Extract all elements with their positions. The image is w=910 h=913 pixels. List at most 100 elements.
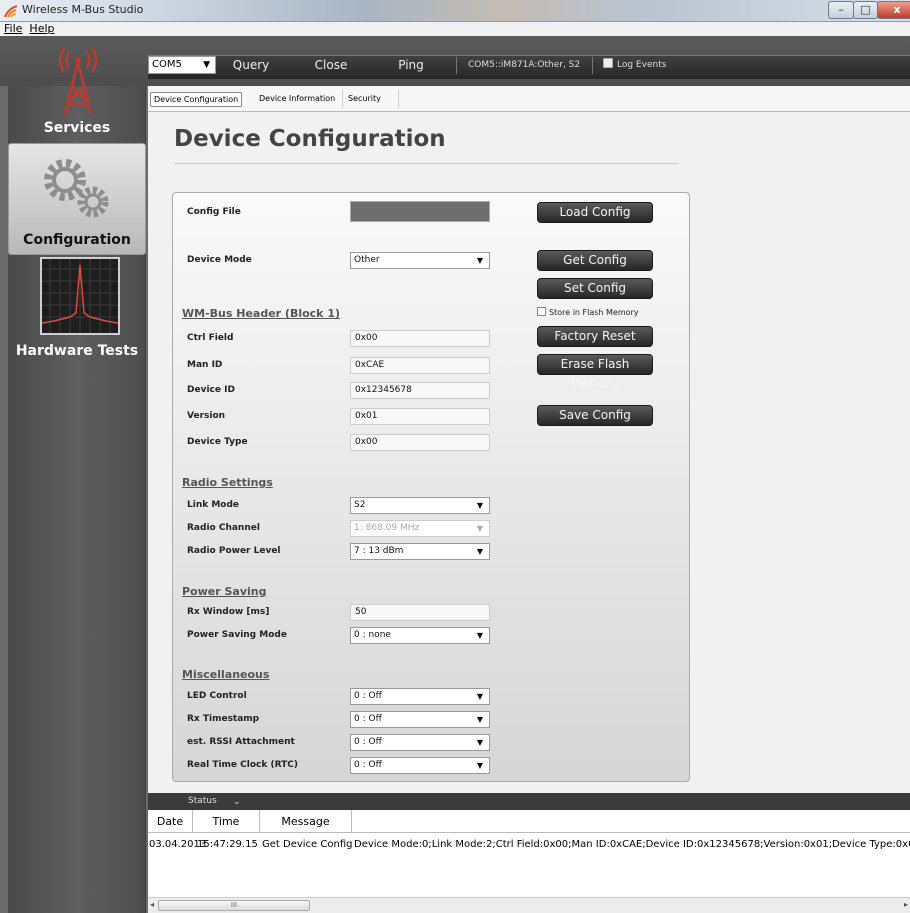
link-mode-select[interactable]: S2 ▼ <box>350 497 490 514</box>
scroll-right-icon[interactable]: ▸ <box>904 900 908 909</box>
title-divider <box>174 163 679 164</box>
checkbox-icon <box>603 58 613 68</box>
device-mode-label: Device Mode <box>187 255 252 265</box>
tab-separator <box>342 90 343 108</box>
power-saving-mode-select[interactable]: 0 : none ▼ <box>350 627 490 644</box>
radio-power-value: 7 : 13 dBm <box>354 546 404 556</box>
maximize-button[interactable]: □ <box>853 1 878 19</box>
device-type-label: Device Type <box>187 437 248 447</box>
device-type-input[interactable]: 0x00 <box>350 434 490 451</box>
antenna-tower-icon <box>58 47 98 115</box>
device-mode-value: Other <box>354 255 380 265</box>
save-config-button[interactable]: Save Config <box>537 405 653 426</box>
dropdown-arrow-icon: ▼ <box>476 761 483 770</box>
wmbus-header-section: WM-Bus Header (Block 1) <box>182 307 341 320</box>
minimize-button[interactable]: – <box>828 1 854 19</box>
close-window-button[interactable]: x <box>877 1 910 19</box>
app-icon <box>4 5 18 18</box>
rssi-select[interactable]: 0 : Off ▼ <box>350 734 490 751</box>
rtc-value: 0 : Off <box>354 760 382 770</box>
main-content: Device Configuration Device Information … <box>148 86 910 793</box>
tab-security[interactable]: Security <box>345 92 384 107</box>
connection-status: COM5::iM871A:Other, S2 <box>468 60 581 70</box>
link-mode-value: S2 <box>354 500 366 510</box>
sidebar-label-hardware-tests: Hardware Tests <box>15 343 139 359</box>
config-panel: Config File Device Mode Other ▼ WM-Bus He… <box>172 192 690 782</box>
scroll-left-icon[interactable]: ◂ <box>150 900 154 909</box>
log-events-checkbox[interactable]: Log Events <box>603 58 666 72</box>
spectrum-icon <box>40 257 120 335</box>
ctrl-field-label: Ctrl Field <box>187 333 234 343</box>
dropdown-arrow-icon: ▼ <box>476 256 483 265</box>
led-control-select[interactable]: 0 : Off ▼ <box>350 688 490 705</box>
dropdown-arrow-icon: ▼ <box>476 631 483 640</box>
tab-device-information[interactable]: Device Information <box>256 92 338 107</box>
dropdown-arrow-icon: ▼ <box>476 524 483 533</box>
erase-flash-button[interactable]: Erase Flash Memory <box>537 354 653 390</box>
get-config-button[interactable]: Get Config <box>537 250 653 271</box>
dropdown-arrow-icon: ▼ <box>476 715 483 724</box>
query-button[interactable]: Query <box>216 56 286 74</box>
column-header-message[interactable]: Message <box>260 810 352 833</box>
chevron-down-icon[interactable]: ⌄ <box>233 794 241 811</box>
column-header-time[interactable]: Time <box>193 810 260 833</box>
sidebar-item-services[interactable]: Services <box>8 40 146 140</box>
rx-timestamp-value: 0 : Off <box>354 714 382 724</box>
device-mode-select[interactable]: Other ▼ <box>350 252 490 269</box>
dropdown-arrow-icon: ▼ <box>476 692 483 701</box>
device-id-input[interactable]: 0x12345678 <box>350 382 490 399</box>
power-saving-section: Power Saving <box>182 585 267 598</box>
rx-window-input[interactable]: 50 <box>350 604 490 621</box>
sidebar-item-hardware-tests[interactable]: Hardware Tests <box>8 255 146 365</box>
version-input[interactable]: 0x01 <box>350 408 490 425</box>
power-saving-mode-label: Power Saving Mode <box>187 630 287 640</box>
man-id-label: Man ID <box>187 360 223 370</box>
checkbox-icon <box>537 307 546 316</box>
dropdown-arrow-icon: ▼ <box>476 738 483 747</box>
sidebar-label-services: Services <box>43 120 111 136</box>
scrollbar-thumb[interactable]: III <box>158 900 310 911</box>
page-title: Device Configuration <box>174 126 446 152</box>
load-config-button[interactable]: Load Config <box>537 202 653 223</box>
port-select[interactable]: COM5 ▼ <box>148 56 216 74</box>
sidebar-item-configuration[interactable]: Configuration <box>8 143 146 255</box>
rtc-select[interactable]: 0 : Off ▼ <box>350 757 490 774</box>
config-file-field[interactable] <box>350 201 490 222</box>
cell-message: Get Device Config <box>262 839 353 850</box>
menu-file[interactable]: File <box>0 22 25 36</box>
dropdown-arrow-icon: ▼ <box>476 547 483 556</box>
rssi-value: 0 : Off <box>354 737 382 747</box>
rx-timestamp-select[interactable]: 0 : Off ▼ <box>350 711 490 728</box>
cell-details: Device Mode:0;Link Mode:2;Ctrl Field:0x0… <box>354 839 910 850</box>
cell-time: 15:47:29.15 <box>197 839 258 850</box>
rtc-label: Real Time Clock (RTC) <box>187 760 298 770</box>
link-mode-label: Link Mode <box>187 500 240 510</box>
ping-button[interactable]: Ping <box>376 56 446 74</box>
radio-channel-label: Radio Channel <box>187 523 260 533</box>
close-button[interactable]: Close <box>296 56 366 74</box>
status-title: Status <box>188 796 217 806</box>
ctrl-field-input[interactable]: 0x00 <box>350 330 490 347</box>
column-header-date[interactable]: Date <box>148 810 193 833</box>
rssi-label: est. RSSI Attachment <box>187 737 295 747</box>
toolbar-separator <box>456 57 457 74</box>
factory-reset-button[interactable]: Factory Reset <box>537 326 653 347</box>
menu-help[interactable]: Help <box>25 22 57 36</box>
man-id-input[interactable]: 0xCAE <box>350 357 490 374</box>
sidebar-label-configuration: Configuration <box>23 232 131 248</box>
horizontal-scrollbar[interactable]: ◂ III ▸ <box>148 897 910 913</box>
status-panel: Status ⌄ Date Time Message 03.04.2013 15… <box>148 793 910 913</box>
scrollbar-grip: III <box>230 901 238 909</box>
radio-settings-section: Radio Settings <box>182 476 273 489</box>
tab-device-configuration[interactable]: Device Configuration <box>150 92 243 107</box>
toolbar-separator <box>592 57 593 74</box>
miscellaneous-section: Miscellaneous <box>182 668 270 681</box>
version-label: Version <box>187 411 226 421</box>
radio-power-select[interactable]: 7 : 13 dBm ▼ <box>350 543 490 560</box>
led-control-value: 0 : Off <box>354 691 382 701</box>
store-in-flash-checkbox[interactable]: Store in Flash Memory <box>537 307 639 319</box>
radio-channel-select: 1: 868.09 MHz ▼ <box>350 520 490 537</box>
menu-bar: File Help <box>0 22 910 36</box>
radio-power-label: Radio Power Level <box>187 546 281 556</box>
set-config-button[interactable]: Set Config <box>537 278 653 299</box>
